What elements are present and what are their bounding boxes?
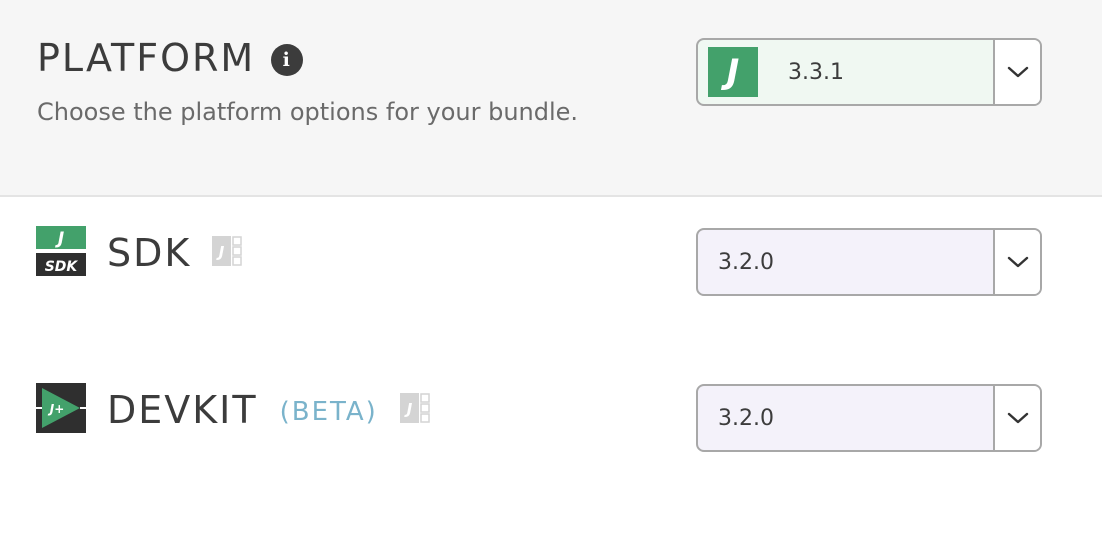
devkit-logo-icon: J+: [36, 383, 86, 437]
sdk-title: SDK: [107, 231, 192, 275]
devkit-version-value: 3.2.0: [718, 405, 774, 431]
chevron-down-icon[interactable]: [993, 40, 1040, 104]
svg-text:J+: J+: [48, 402, 65, 416]
devkit-title: DEVKIT: [107, 388, 258, 432]
platform-version-select[interactable]: J 3.3.1: [696, 38, 1042, 106]
beta-badge: (BETA): [279, 396, 378, 427]
sdk-version-select[interactable]: 3.2.0: [696, 228, 1042, 296]
platform-title: PLATFORM: [37, 36, 256, 80]
chevron-down-icon[interactable]: [993, 230, 1040, 294]
docs-icon[interactable]: J: [399, 393, 430, 427]
platform-description: Choose the platform options for your bun…: [37, 98, 579, 126]
info-icon[interactable]: i: [271, 44, 304, 76]
platform-version-value: 3.3.1: [788, 59, 844, 85]
sdk-logo-icon: J SDK: [36, 226, 86, 280]
svg-text:SDK: SDK: [45, 259, 79, 275]
platform-heading: PLATFORM i: [37, 36, 304, 80]
chevron-down-icon[interactable]: [993, 386, 1040, 450]
docs-icon[interactable]: J: [212, 236, 243, 270]
devkit-version-select[interactable]: 3.2.0: [696, 384, 1042, 452]
java-logo-icon: J: [708, 47, 758, 97]
sdk-version-value: 3.2.0: [718, 249, 774, 275]
platform-section: PLATFORM i Choose the platform options f…: [0, 0, 1102, 197]
devkit-row-label: J+ DEVKIT (BETA) J: [36, 383, 430, 437]
sdk-row-label: J SDK SDK J: [36, 226, 243, 280]
